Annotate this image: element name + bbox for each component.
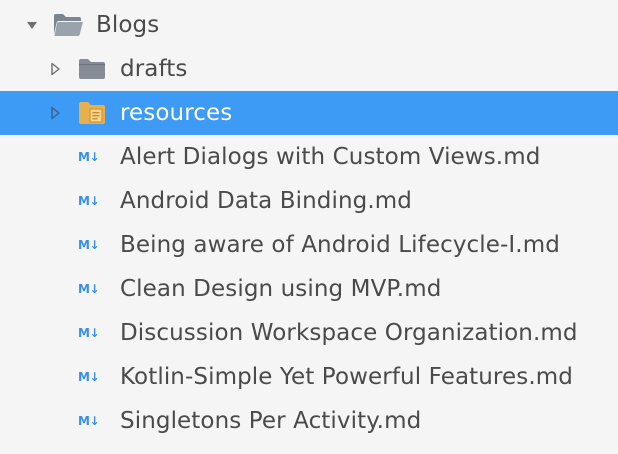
tree-item-label: Discussion Workspace Organization.md: [120, 320, 578, 346]
tree-item-file[interactable]: M↓ Clean Design using MVP.md: [0, 267, 618, 311]
tree-item-blogs[interactable]: Blogs: [0, 3, 618, 47]
tree-item-label: Alert Dialogs with Custom Views.md: [120, 144, 541, 170]
tree-item-label: Android Data Binding.md: [120, 188, 412, 214]
file-tree: Blogs drafts resources M↓ Alert Dialogs …: [0, 0, 618, 454]
markdown-icon: M↓: [78, 282, 100, 296]
markdown-icon: M↓: [78, 150, 100, 164]
markdown-icon: M↓: [78, 238, 100, 252]
tree-item-label: Being aware of Android Lifecycle-I.md: [120, 232, 560, 258]
tree-item-label: Singletons Per Activity.md: [120, 408, 422, 434]
tree-item-label: Blogs: [96, 12, 160, 38]
tree-item-file[interactable]: M↓ Alert Dialogs with Custom Views.md: [0, 135, 618, 179]
tree-item-label: Kotlin-Simple Yet Powerful Features.md: [120, 364, 573, 390]
tree-item-file[interactable]: M↓ Singletons Per Activity.md: [0, 399, 618, 443]
tree-item-resources[interactable]: resources: [0, 91, 618, 135]
tree-item-file[interactable]: M↓ Kotlin-Simple Yet Powerful Features.m…: [0, 355, 618, 399]
tree-item-file[interactable]: M↓ Discussion Workspace Organization.md: [0, 311, 618, 355]
tree-item-label: drafts: [120, 56, 188, 82]
folder-resources-icon: [79, 102, 105, 124]
chevron-right-icon[interactable]: [48, 62, 62, 76]
chevron-down-icon[interactable]: [25, 18, 39, 32]
markdown-icon: M↓: [78, 414, 100, 428]
tree-item-drafts[interactable]: drafts: [0, 47, 618, 91]
tree-item-label: resources: [120, 100, 233, 126]
folder-icon: [79, 59, 105, 79]
markdown-icon: M↓: [78, 370, 100, 384]
tree-item-file[interactable]: M↓ Android Data Binding.md: [0, 179, 618, 223]
tree-item-label: Clean Design using MVP.md: [120, 276, 442, 302]
chevron-right-icon[interactable]: [48, 106, 62, 120]
tree-item-file[interactable]: M↓ Being aware of Android Lifecycle-I.md: [0, 223, 618, 267]
markdown-icon: M↓: [78, 194, 100, 208]
folder-open-icon: [54, 14, 83, 36]
markdown-icon: M↓: [78, 326, 100, 340]
